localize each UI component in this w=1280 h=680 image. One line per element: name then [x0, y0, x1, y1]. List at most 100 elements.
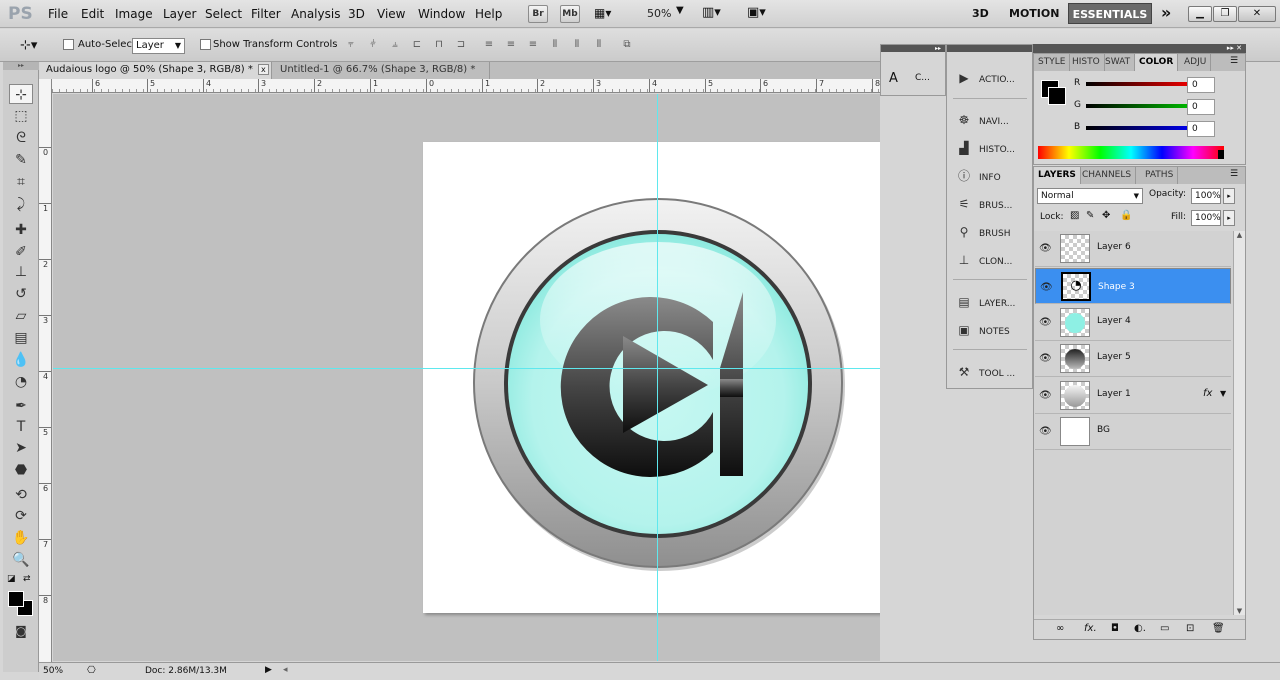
- panel-brush[interactable]: ⚲ BRUSH: [955, 221, 1011, 243]
- tab-swatches[interactable]: SWAT: [1101, 54, 1136, 71]
- view-extras-icon[interactable]: ▦▾: [594, 6, 620, 22]
- status-icon[interactable]: ⎔: [87, 665, 96, 676]
- horizontal-ruler[interactable]: 654321012345678: [52, 79, 880, 93]
- eye-icon[interactable]: 👁: [1039, 243, 1053, 255]
- default-colors-icon[interactable]: ◪: [7, 574, 16, 584]
- layer-row-bg[interactable]: 👁 BG: [1035, 414, 1231, 450]
- align-left-icon[interactable]: ⊏: [409, 39, 425, 51]
- spectrum-black-chip[interactable]: [1218, 150, 1224, 159]
- menu-edit[interactable]: Edit: [81, 7, 104, 21]
- lasso-tool-icon[interactable]: ᘓ: [9, 128, 33, 148]
- menu-help[interactable]: Help: [475, 7, 502, 21]
- bg-color-swatch[interactable]: [1048, 87, 1066, 105]
- document-canvas[interactable]: [423, 142, 880, 613]
- character-panel-label[interactable]: C...: [915, 73, 930, 83]
- tab-history[interactable]: HISTO: [1068, 54, 1105, 71]
- layer-row-shape-3[interactable]: 👁 ◔ Shape 3: [1035, 268, 1231, 304]
- zoom-level[interactable]: 50%: [647, 7, 671, 20]
- menu-select[interactable]: Select: [205, 7, 242, 21]
- r-slider[interactable]: [1086, 82, 1198, 86]
- align-hcenter-icon[interactable]: ⊓: [431, 39, 447, 51]
- quick-selection-tool-icon[interactable]: ✎: [9, 150, 33, 170]
- panel-notes[interactable]: ▣ NOTES: [955, 319, 1009, 341]
- close-tab-icon[interactable]: x: [257, 63, 269, 75]
- tab-paths[interactable]: PATHS: [1141, 167, 1179, 184]
- distribute-right-icon[interactable]: ⦀: [591, 39, 607, 51]
- menu-3d[interactable]: 3D: [348, 7, 365, 21]
- menu-file[interactable]: File: [48, 7, 68, 21]
- lock-position-icon[interactable]: ✥: [1102, 210, 1110, 221]
- brush-tool-icon[interactable]: ✐: [9, 242, 33, 262]
- scroll-left-icon[interactable]: ◂: [283, 665, 288, 675]
- align-bottom-icon[interactable]: ⫨: [387, 39, 403, 51]
- lock-pixels-icon[interactable]: ✎: [1086, 210, 1094, 221]
- screen-mode-icon[interactable]: ▣▾: [747, 5, 766, 20]
- tab-channels[interactable]: CHANNELS: [1078, 167, 1137, 184]
- link-layers-icon[interactable]: ∞: [1056, 623, 1064, 634]
- panel-actions[interactable]: ▶ ACTIO...: [955, 67, 1014, 89]
- layer-name[interactable]: Layer 4: [1097, 316, 1131, 326]
- status-menu-icon[interactable]: ▶: [265, 665, 272, 675]
- menu-view[interactable]: View: [377, 7, 405, 21]
- panel-layer-comps[interactable]: ▤ LAYER...: [955, 291, 1015, 313]
- marquee-tool-icon[interactable]: ⬚: [9, 106, 33, 126]
- history-brush-tool-icon[interactable]: ↺: [9, 284, 33, 304]
- healing-brush-tool-icon[interactable]: ✚: [9, 220, 33, 240]
- panel-menu-icon[interactable]: ☰: [1230, 169, 1238, 179]
- eye-icon[interactable]: 👁: [1039, 390, 1053, 402]
- restore-icon[interactable]: ❐: [1213, 6, 1237, 22]
- panel-info[interactable]: ⓘ INFO: [955, 165, 1001, 187]
- 3d-rotate-tool-icon[interactable]: ⟲: [9, 485, 33, 505]
- delete-layer-icon[interactable]: 🗑: [1212, 623, 1225, 634]
- distribute-top-icon[interactable]: ≡: [481, 39, 497, 51]
- layer-name[interactable]: BG: [1097, 425, 1110, 435]
- layer-mask-icon[interactable]: ◘: [1111, 623, 1119, 634]
- expand-effects-icon[interactable]: ▼: [1220, 389, 1226, 398]
- clone-stamp-tool-icon[interactable]: ⊥: [9, 262, 33, 282]
- fill-field[interactable]: 100%: [1191, 210, 1221, 226]
- character-icon[interactable]: A: [889, 71, 898, 86]
- layer-thumbnail[interactable]: [1060, 308, 1090, 337]
- eye-icon[interactable]: 👁: [1039, 353, 1053, 365]
- move-tool-icon[interactable]: ⊹: [9, 84, 33, 104]
- workspace-motion[interactable]: MOTION: [1009, 7, 1059, 20]
- dock-collapse-icon[interactable]: ▸▸: [881, 45, 945, 52]
- fill-arrow-icon[interactable]: ▸: [1223, 210, 1235, 226]
- auto-select-dropdown[interactable]: Layer ▼: [132, 38, 185, 54]
- layer-name[interactable]: Layer 5: [1097, 352, 1131, 362]
- zoom-tool-icon[interactable]: 🔍: [9, 550, 33, 570]
- panel-navigator[interactable]: ☸ NAVI...: [955, 109, 1009, 131]
- tab-layers[interactable]: LAYERS: [1034, 167, 1081, 184]
- shape-tool-icon[interactable]: ⬣: [9, 460, 33, 480]
- layer-name[interactable]: Layer 6: [1097, 242, 1131, 252]
- eyedropper-tool-icon[interactable]: ⤸: [9, 194, 33, 214]
- tab-untitled-1[interactable]: Untitled-1 @ 66.7% (Shape 3, RGB/8) *x: [274, 62, 490, 91]
- panel-menu-icon[interactable]: ☰: [1230, 56, 1238, 66]
- new-layer-icon[interactable]: ⊡: [1186, 623, 1194, 634]
- auto-select-checkbox[interactable]: [63, 39, 74, 53]
- layer-thumbnail[interactable]: [1060, 344, 1090, 373]
- align-right-icon[interactable]: ⊐: [453, 39, 469, 51]
- adjustment-layer-icon[interactable]: ◐.: [1134, 623, 1146, 634]
- distribute-hcenter-icon[interactable]: ⦀: [569, 39, 585, 51]
- lock-transparent-icon[interactable]: ▨: [1070, 210, 1079, 221]
- menu-window[interactable]: Window: [418, 7, 465, 21]
- align-top-icon[interactable]: ⫧: [343, 39, 359, 51]
- mini-bridge-button[interactable]: Mb: [560, 5, 580, 23]
- layer-row-layer-6[interactable]: 👁 Layer 6: [1035, 231, 1231, 267]
- tools-collapse-icon[interactable]: ▸▸: [3, 62, 39, 70]
- g-value[interactable]: 0: [1187, 99, 1215, 115]
- eraser-tool-icon[interactable]: ▱: [9, 306, 33, 326]
- guide-horizontal[interactable]: [53, 368, 880, 369]
- panel-tool-presets[interactable]: ⚒ TOOL ...: [955, 361, 1016, 383]
- workspace-essentials[interactable]: ESSENTIALS: [1068, 3, 1152, 24]
- g-slider[interactable]: [1086, 104, 1198, 108]
- layer-fx-badge[interactable]: fx: [1203, 388, 1212, 399]
- color-spectrum-bar[interactable]: [1038, 146, 1224, 159]
- eye-icon[interactable]: 👁: [1039, 426, 1053, 438]
- type-tool-icon[interactable]: T: [9, 417, 33, 437]
- menu-layer[interactable]: Layer: [163, 7, 196, 21]
- tab-styles[interactable]: STYLE: [1034, 54, 1071, 71]
- minimize-icon[interactable]: ▁: [1188, 6, 1212, 22]
- zoom-dropdown-icon[interactable]: ▼: [676, 5, 684, 16]
